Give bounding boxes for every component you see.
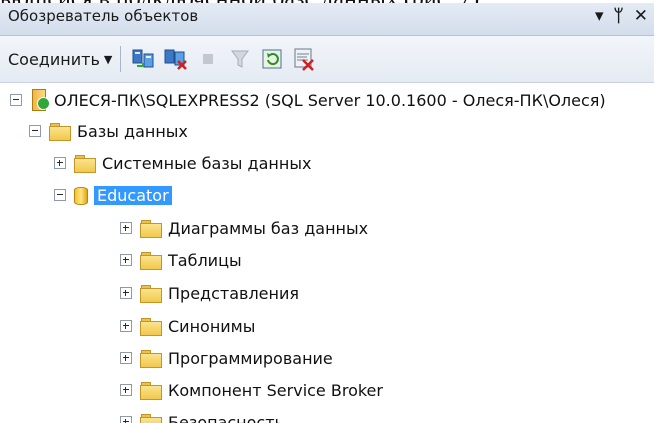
tree-node-label: Безопасность [168, 412, 284, 423]
tree-node-label: Синонимы [168, 316, 256, 336]
folder-icon [49, 122, 71, 141]
titlebar-controls: ▾ ᛘ ✕ [595, 5, 648, 27]
database-icon [74, 185, 88, 205]
folder-icon [140, 413, 162, 423]
tree-node-label: Базы данных [77, 121, 188, 141]
pin-icon[interactable]: ᛘ [614, 5, 624, 27]
connect-icon[interactable] [131, 46, 157, 72]
folder-icon [140, 349, 162, 368]
tree-node-system-databases[interactable]: Системные базы данных [54, 148, 311, 178]
tree-node-service-broker[interactable]: Компонент Service Broker [120, 375, 383, 405]
tree-node-security[interactable]: Безопасность [120, 407, 284, 423]
connect-dropdown-button[interactable]: Соединить ▼ [8, 50, 112, 69]
expand-toggle-icon[interactable] [120, 416, 132, 423]
tree-node-label-selected: Educator [94, 185, 172, 205]
expand-toggle-icon[interactable] [120, 384, 132, 396]
panel-title: Обозреватель объектов [8, 7, 199, 25]
tree-node-label: Таблицы [168, 250, 242, 270]
folder-icon [140, 251, 162, 270]
stop-icon[interactable] [195, 46, 221, 72]
tree-node-label: ОЛЕСЯ-ПК\SQLEXPRESS2 (SQL Server 10.0.16… [54, 90, 606, 110]
tree-node-educator-database[interactable]: Educator [54, 180, 172, 210]
expand-toggle-icon[interactable] [54, 157, 66, 169]
folder-icon [140, 219, 162, 238]
tree-node-views[interactable]: Представления [120, 278, 299, 308]
tree-node-label: Программирование [168, 348, 333, 368]
tree-node-database-diagrams[interactable]: Диаграммы баз данных [120, 213, 368, 243]
refresh-icon[interactable] [259, 46, 285, 72]
expand-toggle-icon[interactable] [120, 320, 132, 332]
tree-node-label: Системные базы данных [102, 153, 312, 173]
folder-icon [74, 154, 96, 173]
tree-node-programmability[interactable]: Программирование [120, 343, 333, 373]
object-explorer-panel: Обозреватель объектов ▾ ᛘ ✕ Соединить ▼ [0, 3, 654, 423]
expand-toggle-icon[interactable] [120, 287, 132, 299]
collapse-toggle-icon[interactable] [54, 189, 66, 201]
tree-node-label: Представления [168, 283, 299, 303]
collapse-toggle-icon[interactable] [10, 94, 22, 106]
filter-icon[interactable] [227, 46, 253, 72]
dropdown-arrow-icon[interactable]: ▾ [595, 5, 604, 27]
expand-toggle-icon[interactable] [120, 222, 132, 234]
expand-toggle-icon[interactable] [120, 254, 132, 266]
tree-node-label: Диаграммы баз данных [168, 218, 369, 238]
server-icon [30, 89, 50, 111]
folder-icon [140, 381, 162, 400]
panel-titlebar: Обозреватель объектов ▾ ᛘ ✕ [0, 3, 654, 36]
tree-node-databases[interactable]: Базы данных [29, 116, 188, 146]
expand-toggle-icon[interactable] [120, 352, 132, 364]
toolbar-separator [120, 46, 122, 72]
close-icon[interactable]: ✕ [634, 5, 648, 27]
collapse-toggle-icon[interactable] [29, 125, 41, 137]
connect-label: Соединить [8, 49, 100, 69]
connect-caret-icon: ▼ [103, 52, 113, 66]
folder-icon [140, 317, 162, 336]
activity-monitor-icon[interactable] [291, 46, 317, 72]
tree-node-label: Компонент Service Broker [168, 380, 383, 400]
tree-node-tables[interactable]: Таблицы [120, 245, 242, 275]
disconnect-icon[interactable] [163, 46, 189, 72]
tree-node-server[interactable]: ОЛЕСЯ-ПК\SQLEXPRESS2 (SQL Server 10.0.16… [10, 85, 606, 115]
tree-node-synonyms[interactable]: Синонимы [120, 311, 255, 341]
folder-icon [140, 284, 162, 303]
object-explorer-toolbar: Соединить ▼ [0, 36, 654, 83]
